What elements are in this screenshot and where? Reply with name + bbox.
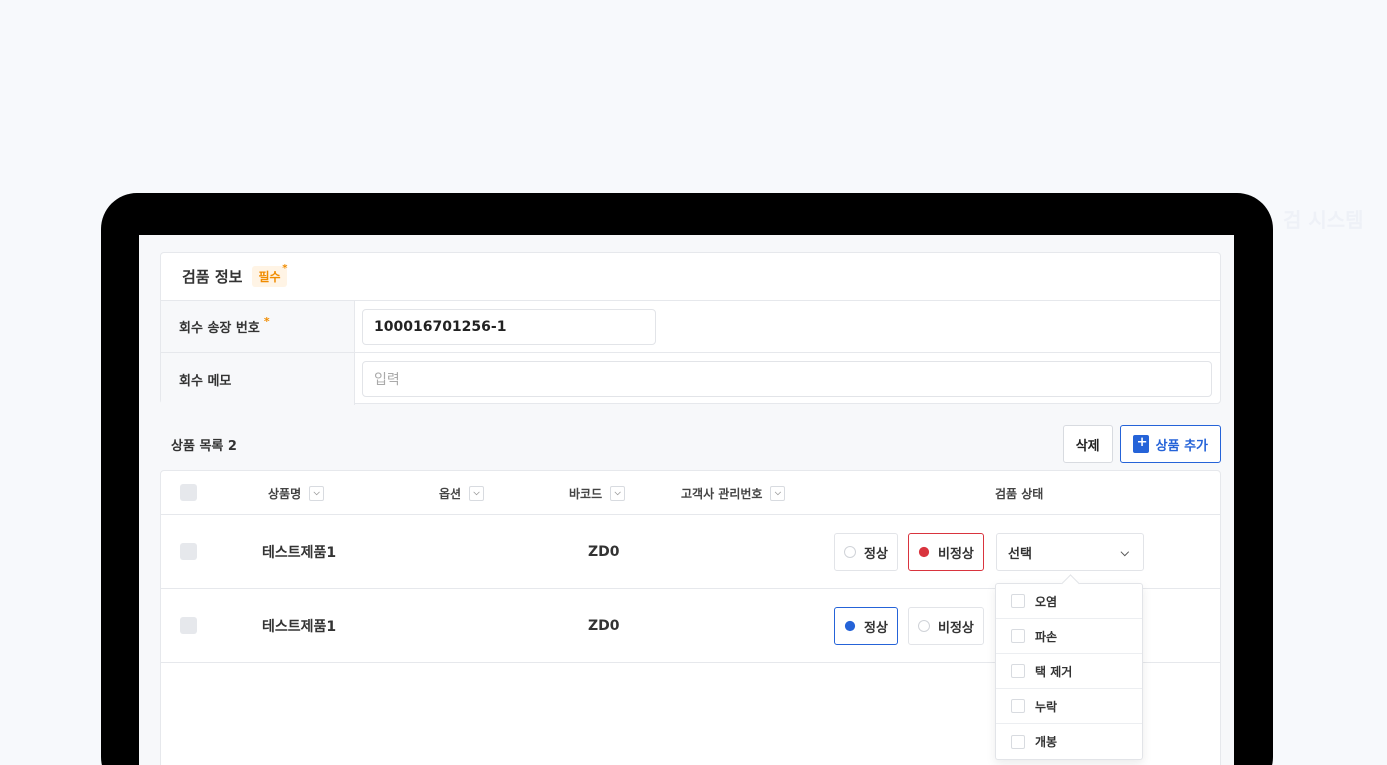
add-document-icon xyxy=(1132,435,1149,453)
column-option: 옵션 ⌵ xyxy=(439,471,485,515)
product-name: 테스트제품1 xyxy=(262,545,337,561)
radio-selected-icon xyxy=(844,620,856,632)
radio-selected-icon xyxy=(918,546,930,558)
memo-label: 회수 메모 xyxy=(161,353,355,405)
column-client-no: 고객사 관리번호 ⌵ xyxy=(681,471,786,515)
sort-client-no-icon[interactable]: ⌵ xyxy=(770,485,786,501)
sort-barcode-icon[interactable]: ⌵ xyxy=(610,485,626,501)
checkbox-icon xyxy=(1011,699,1025,713)
required-badge: 필수 xyxy=(252,263,288,287)
sort-option-icon[interactable]: ⌵ xyxy=(469,485,485,501)
table-row: 테스트제품1 ZD0 정상 비정상 선택 ⌵ xyxy=(161,515,1220,589)
radio-icon xyxy=(918,620,930,632)
defect-dropdown-menu: 오염 파손 택 제거 누락 개봉 xyxy=(995,583,1143,760)
dropdown-option[interactable]: 오염 xyxy=(996,584,1142,619)
row-checkbox[interactable] xyxy=(180,543,197,560)
invoice-input[interactable]: 100016701256-1 xyxy=(362,308,656,345)
column-status: 검품 상태 xyxy=(995,486,1044,501)
card-title: 검품 정보 xyxy=(182,268,243,286)
dropdown-option[interactable]: 택 제거 xyxy=(996,654,1142,689)
add-product-label: 상품 추가 xyxy=(1155,438,1208,454)
column-barcode: 바코드 ⌵ xyxy=(569,471,626,515)
radio-icon xyxy=(844,546,856,558)
invoice-row: 회수 송장 번호 * 100016701256-1 xyxy=(161,301,1220,353)
checkbox-icon xyxy=(1011,664,1025,678)
invoice-label-text: 회수 송장 번호 xyxy=(179,321,260,336)
status-normal-option[interactable]: 정상 xyxy=(834,607,898,645)
checkbox-icon xyxy=(1011,629,1025,643)
memo-input[interactable]: 입력 xyxy=(362,361,1212,397)
product-name: 테스트제품1 xyxy=(262,619,337,635)
required-asterisk: * xyxy=(263,315,270,328)
background-caption: 검 시스템 xyxy=(1283,208,1364,232)
chevron-down-icon: ⌵ xyxy=(1120,546,1129,559)
sort-name-icon[interactable]: ⌵ xyxy=(309,485,325,501)
delete-button[interactable]: 삭제 xyxy=(1062,425,1113,463)
product-barcode: ZD0 xyxy=(588,544,620,560)
dropdown-option[interactable]: 파손 xyxy=(996,619,1142,654)
dropdown-option[interactable]: 개봉 xyxy=(996,724,1142,759)
add-product-button[interactable]: 상품 추가 xyxy=(1119,425,1221,463)
screen: 검품 정보 필수 회수 송장 번호 * 100016701256-1 회수 메모… xyxy=(139,235,1234,765)
status-abnormal-option[interactable]: 비정상 xyxy=(908,533,984,571)
product-list-title: 상품 목록 2 xyxy=(171,438,237,454)
status-normal-option[interactable]: 정상 xyxy=(834,533,898,571)
memo-row: 회수 메모 입력 xyxy=(161,353,1220,405)
invoice-label: 회수 송장 번호 * xyxy=(161,301,355,352)
table-header: 상품명 ⌵ 옵션 ⌵ 바코드 ⌵ 고객사 관리번호 ⌵ 검품 상태 xyxy=(161,471,1220,515)
select-all-checkbox[interactable] xyxy=(180,484,197,501)
inspection-info-card: 검품 정보 필수 회수 송장 번호 * 100016701256-1 회수 메모… xyxy=(160,252,1221,405)
card-header: 검품 정보 필수 xyxy=(161,253,1220,301)
dropdown-option[interactable]: 누락 xyxy=(996,689,1142,724)
checkbox-icon xyxy=(1011,594,1025,608)
product-barcode: ZD0 xyxy=(588,618,620,634)
column-name: 상품명 ⌵ xyxy=(268,471,325,515)
row-checkbox[interactable] xyxy=(180,617,197,634)
status-abnormal-option[interactable]: 비정상 xyxy=(908,607,984,645)
defect-type-select[interactable]: 선택 ⌵ xyxy=(996,533,1144,571)
product-list-header: 상품 목록 2 삭제 상품 추가 xyxy=(160,425,1221,463)
checkbox-icon xyxy=(1011,734,1025,749)
